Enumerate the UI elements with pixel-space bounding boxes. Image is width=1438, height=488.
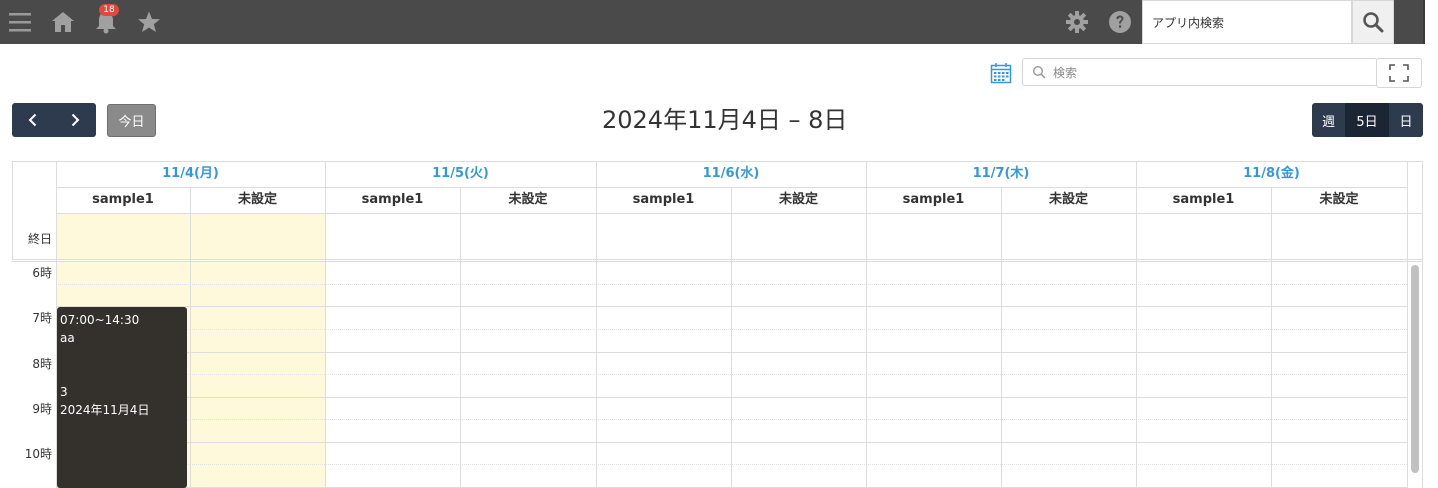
today-button[interactable]: 今日: [107, 104, 156, 137]
day-header-1104[interactable]: 11/4(月): [56, 161, 325, 187]
next-button[interactable]: [54, 103, 96, 137]
chevron-left-icon: [28, 113, 37, 127]
resource-header-sample1: sample1: [902, 192, 965, 207]
search-icon: [1032, 65, 1046, 82]
resource-header-unset: 未設定: [1048, 192, 1088, 207]
gear-icon[interactable]: [1064, 9, 1090, 35]
date-range-title: 2024年11月4日 – 8日: [602, 106, 848, 134]
right-edge: [1423, 0, 1438, 488]
notification-badge: 18: [99, 4, 119, 16]
day-header-1106[interactable]: 11/6(水): [596, 161, 866, 187]
day-header-1107[interactable]: 11/7(木): [866, 161, 1136, 187]
resource-header-sample1: sample1: [92, 192, 154, 207]
chevron-right-icon: [71, 113, 80, 127]
resource-header-sample1: sample1: [1172, 192, 1235, 207]
resource-header-unset: 未設定: [778, 192, 818, 207]
allday-label: 終日: [27, 232, 52, 246]
search-input[interactable]: 検索: [1022, 58, 1378, 86]
hour-label: 7時: [32, 311, 52, 325]
star-icon[interactable]: [136, 9, 162, 35]
resource-header-sample1: sample1: [361, 192, 424, 207]
menu-icon[interactable]: [7, 9, 33, 35]
view-week-button[interactable]: 週: [1312, 103, 1345, 137]
resource-header-sample1: sample1: [632, 192, 695, 207]
view-5day-button[interactable]: 5日: [1345, 103, 1389, 137]
event-date: 2024年11月4日: [60, 403, 150, 417]
app-search-input[interactable]: アプリ内検索: [1142, 0, 1352, 44]
fullscreen-icon: [1389, 64, 1409, 82]
event-line: 3: [60, 385, 68, 399]
prev-button[interactable]: [12, 103, 54, 137]
home-icon[interactable]: [50, 9, 76, 35]
search-icon: [1363, 12, 1384, 33]
hour-label: 10時: [24, 447, 52, 461]
hour-label: 9時: [32, 402, 52, 416]
date-nav-group: [12, 103, 96, 137]
search-placeholder: 検索: [1053, 65, 1078, 80]
app-search-button[interactable]: [1352, 0, 1394, 44]
event-title: aa: [60, 331, 75, 345]
hour-label: 8時: [32, 357, 52, 371]
hour-label: 6時: [32, 266, 52, 280]
calendar-grid: 11/4(月) 11/5(火) 11/6(水) 11/7(木) 11/8(金) …: [12, 161, 1423, 488]
view-day-button[interactable]: 日: [1389, 103, 1423, 137]
resource-header-unset: 未設定: [1319, 192, 1359, 207]
fullscreen-button[interactable]: [1376, 58, 1422, 88]
calendar-event[interactable]: 07:00~14:30 aa 3 2024年11月4日: [57, 307, 187, 488]
view-switcher: 週 5日 日: [1312, 103, 1423, 137]
resource-header-unset: 未設定: [237, 192, 277, 207]
event-time: 07:00~14:30: [60, 313, 140, 327]
help-icon[interactable]: [1107, 9, 1133, 35]
resource-header-unset: 未設定: [508, 192, 548, 207]
calendar-icon[interactable]: [990, 62, 1012, 88]
vertical-scrollbar[interactable]: [1411, 265, 1419, 473]
day-header-1108[interactable]: 11/8(金): [1136, 161, 1407, 187]
day-header-1105[interactable]: 11/5(火): [325, 161, 596, 187]
